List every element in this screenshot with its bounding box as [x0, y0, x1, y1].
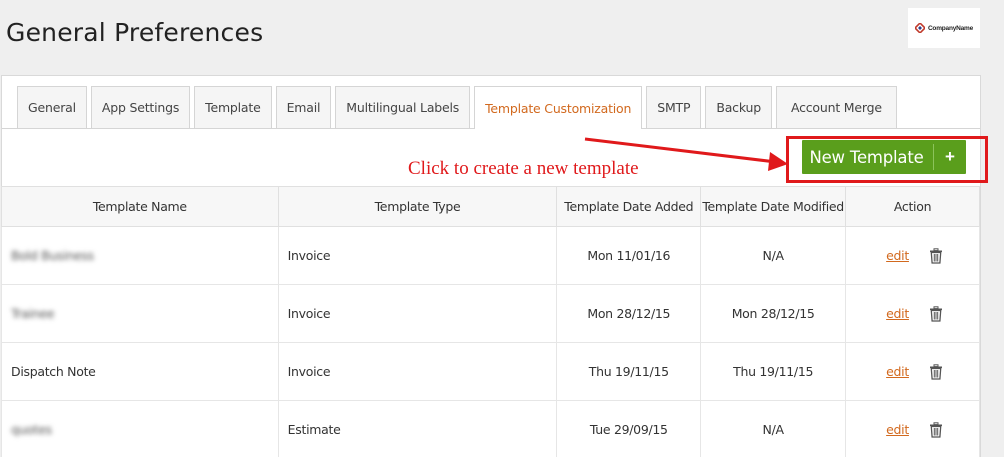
company-logo: CompanyName: [908, 8, 980, 48]
template-type: Invoice: [277, 342, 558, 401]
template-name-cell: quotes: [1, 400, 279, 457]
tab-multilingual-labels[interactable]: Multilingual Labels: [335, 86, 471, 128]
templates-table: Template Name Template Type Template Dat…: [1, 186, 980, 457]
template-type: Estimate: [277, 400, 558, 457]
action-cell: edit: [845, 342, 980, 401]
template-name: Bold Business: [11, 248, 94, 263]
trash-icon[interactable]: [929, 421, 943, 438]
date-modified: Mon 28/12/15: [700, 284, 847, 343]
tab-template-customization[interactable]: Template Customization: [474, 86, 643, 129]
action-cell: edit: [845, 400, 980, 457]
tab-backup[interactable]: Backup: [705, 86, 772, 128]
header-template-name[interactable]: Template Name: [1, 186, 279, 227]
edit-link[interactable]: edit: [886, 306, 909, 321]
action-cell: edit: [845, 226, 980, 285]
date-modified: N/A: [700, 226, 847, 285]
template-name-cell: Bold Business: [1, 226, 279, 285]
template-type: Invoice: [277, 226, 558, 285]
annotation-text: Click to create a new template: [408, 158, 639, 179]
template-name: Dispatch Note: [1, 342, 279, 401]
table-row: Trainee Invoice Mon 28/12/15 Mon 28/12/1…: [1, 284, 980, 343]
tab-account-merge[interactable]: Account Merge: [775, 86, 897, 128]
edit-link[interactable]: edit: [886, 364, 909, 379]
table-header-row: Template Name Template Type Template Dat…: [1, 186, 980, 227]
template-name: quotes: [11, 422, 52, 437]
tab-smtp[interactable]: SMTP: [646, 86, 702, 128]
page-title: General Preferences: [6, 18, 264, 47]
trash-icon[interactable]: [929, 363, 943, 380]
tab-bar: General App Settings Template Email Mult…: [17, 86, 897, 129]
tab-app-settings[interactable]: App Settings: [90, 86, 191, 128]
template-name-cell: Trainee: [1, 284, 279, 343]
date-added: Thu 19/11/15: [556, 342, 702, 401]
edit-link[interactable]: edit: [886, 422, 909, 437]
date-added: Tue 29/09/15: [556, 400, 702, 457]
action-cell: edit: [845, 284, 980, 343]
new-template-button[interactable]: New Template +: [802, 140, 966, 174]
trash-icon[interactable]: [929, 305, 943, 322]
trash-icon[interactable]: [929, 247, 943, 264]
tab-template[interactable]: Template: [194, 86, 272, 128]
date-modified: N/A: [700, 400, 847, 457]
new-template-label: New Template: [809, 147, 924, 167]
table-row: quotes Estimate Tue 29/09/15 N/A edit: [1, 400, 980, 457]
company-logo-text: CompanyName: [927, 24, 974, 32]
template-name: Trainee: [11, 306, 55, 321]
plus-icon: +: [945, 147, 955, 166]
tab-general[interactable]: General: [17, 86, 87, 128]
template-type: Invoice: [277, 284, 558, 343]
edit-link[interactable]: edit: [886, 248, 909, 263]
header-template-type[interactable]: Template Type: [277, 186, 558, 227]
table-row: Dispatch Note Invoice Thu 19/11/15 Thu 1…: [1, 342, 980, 401]
header-action: Action: [845, 186, 980, 227]
date-modified: Thu 19/11/15: [700, 342, 847, 401]
date-added: Mon 28/12/15: [556, 284, 702, 343]
company-logo-icon: [914, 23, 925, 33]
table-row: Bold Business Invoice Mon 11/01/16 N/A e…: [1, 226, 980, 285]
date-added: Mon 11/01/16: [556, 226, 702, 285]
tab-email[interactable]: Email: [275, 86, 332, 128]
header-date-added[interactable]: Template Date Added: [556, 186, 702, 227]
header-date-modified[interactable]: Template Date Modified: [700, 186, 847, 227]
